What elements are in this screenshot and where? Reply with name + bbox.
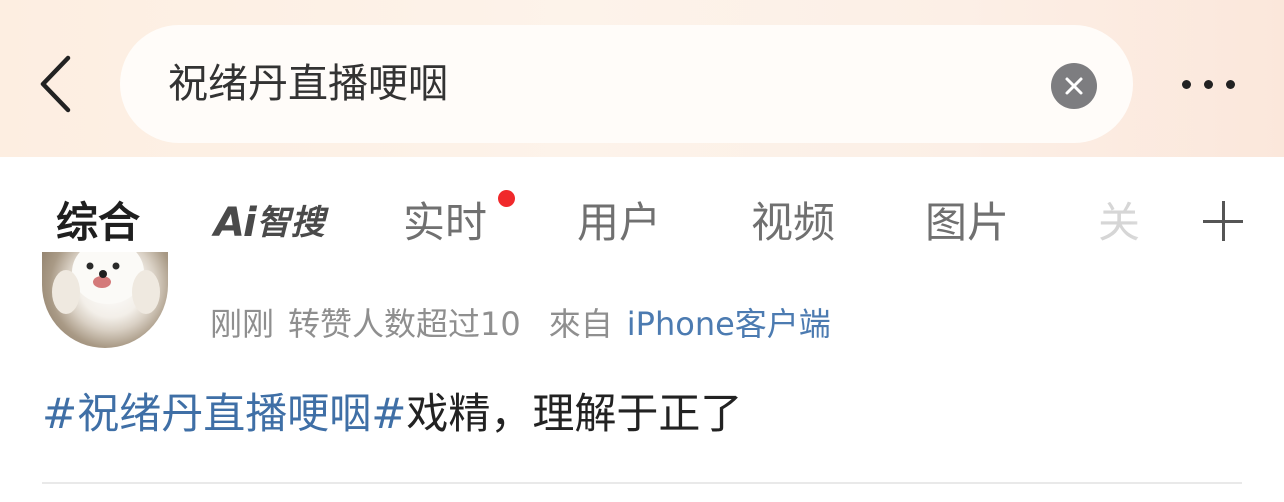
source-app-link[interactable]: iPhone客户端	[627, 305, 831, 343]
topic-link[interactable]: #祝绪丹直播哽咽#	[42, 389, 406, 438]
post-time: 刚刚	[210, 305, 275, 343]
tab-video[interactable]: 视频	[751, 197, 835, 249]
post-text: #祝绪丹直播哽咽#戏精，理解于正了	[42, 384, 742, 444]
more-button[interactable]	[1168, 64, 1248, 104]
add-tab-button[interactable]	[1198, 195, 1248, 247]
search-field[interactable]: 祝绪丹直播哽咽	[120, 25, 1133, 143]
chevron-left-icon	[40, 55, 71, 113]
tab-realtime[interactable]: 实时	[403, 197, 487, 249]
dog-photo	[52, 252, 160, 314]
tab-images[interactable]: 图片	[925, 197, 1009, 249]
close-icon	[1065, 77, 1083, 95]
post-card[interactable]: 刚刚 转赞人数超过10 來自 iPhone客户端 #祝绪丹直播哽咽#戏精，理解于正了	[0, 252, 1284, 502]
clear-search-button[interactable]	[1051, 63, 1097, 109]
ai-logo-icon: Ai	[214, 200, 257, 246]
new-content-badge	[498, 190, 515, 207]
tabs-fade-overlay	[1130, 180, 1200, 270]
search-tabs: 综合 Ai 智搜 实时 用户 视频 图片 关	[0, 157, 1284, 282]
post-meta: 刚刚 转赞人数超过10 來自 iPhone客户端	[210, 302, 831, 346]
post-body: 戏精，理解于正了	[406, 389, 743, 438]
more-dots-icon	[1181, 79, 1191, 89]
tab-ai-search[interactable]: Ai 智搜	[214, 197, 325, 249]
tab-users[interactable]: 用户	[577, 197, 661, 249]
top-bar: 祝绪丹直播哽咽	[0, 0, 1284, 157]
source-prefix: 來自	[548, 305, 613, 343]
repost-count: 转赞人数超过10	[288, 305, 521, 343]
divider	[42, 482, 1242, 484]
search-input[interactable]: 祝绪丹直播哽咽	[168, 25, 448, 143]
back-button[interactable]	[30, 52, 80, 116]
avatar[interactable]	[42, 252, 168, 348]
tab-ai-search-label: 智搜	[256, 203, 325, 243]
tab-comprehensive[interactable]: 综合	[56, 197, 140, 249]
